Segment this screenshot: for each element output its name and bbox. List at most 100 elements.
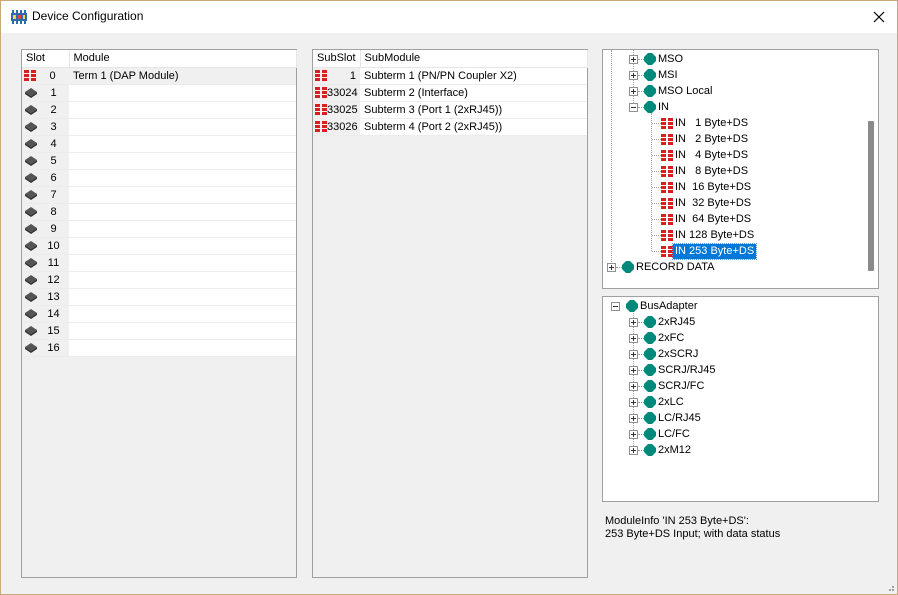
subslot-row[interactable]: 33024 Subterm 2 (Interface) bbox=[313, 84, 587, 102]
expand-icon[interactable] bbox=[629, 445, 638, 455]
slot-number: 11 bbox=[47, 256, 60, 269]
slot-row[interactable]: 7 bbox=[22, 186, 296, 204]
expand-icon[interactable] bbox=[629, 317, 638, 327]
collapse-icon[interactable] bbox=[629, 102, 638, 112]
empty-slot-icon bbox=[25, 88, 37, 98]
tree-module-item[interactable]: IN 16 Byte+DS bbox=[661, 179, 753, 195]
expand-icon[interactable] bbox=[607, 262, 616, 272]
expand-icon[interactable] bbox=[629, 429, 638, 439]
module-cell bbox=[69, 203, 296, 221]
tree-bus-adapter-item[interactable]: LC/FC bbox=[629, 426, 692, 442]
tree-bus-adapter-item[interactable]: 2xFC bbox=[629, 330, 686, 346]
empty-slot-icon bbox=[25, 275, 37, 285]
tree-item-label: IN 8 Byte+DS bbox=[675, 164, 749, 177]
slot-row[interactable]: 8 bbox=[22, 203, 296, 221]
module-name bbox=[69, 104, 73, 116]
subslot-row[interactable]: 33026 Subterm 4 (Port 2 (2xRJ45)) bbox=[313, 118, 587, 136]
tree-bus-adapter-item[interactable]: 2xRJ45 bbox=[629, 314, 697, 330]
tree-group-mso[interactable]: MSO bbox=[629, 51, 685, 67]
slot-row[interactable]: 9 bbox=[22, 220, 296, 238]
tree-module-item[interactable]: IN 253 Byte+DS bbox=[661, 242, 758, 260]
tree-bus-adapter-item[interactable]: 2xSCRJ bbox=[629, 346, 700, 362]
module-cell bbox=[69, 254, 296, 272]
tree-group-mso-local[interactable]: MSO Local bbox=[629, 83, 714, 99]
tree-module-item[interactable]: IN 1 Byte+DS bbox=[661, 115, 750, 131]
expand-icon[interactable] bbox=[629, 86, 638, 96]
tree-module-item[interactable]: IN 4 Byte+DS bbox=[661, 147, 750, 163]
tree-root-busadapter[interactable]: BusAdapter bbox=[611, 298, 699, 314]
expand-icon[interactable] bbox=[629, 70, 638, 80]
tree-module-item[interactable]: IN 32 Byte+DS bbox=[661, 195, 753, 211]
bus-adapter-label: 2xLC bbox=[658, 395, 684, 408]
tree-connector bbox=[611, 50, 612, 268]
tree-module-item[interactable]: IN 8 Byte+DS bbox=[661, 163, 750, 179]
tree-root-record-data[interactable]: RECORD DATA bbox=[607, 259, 716, 275]
expand-icon[interactable] bbox=[629, 333, 638, 343]
submodule-column-header[interactable]: SubModule bbox=[360, 50, 588, 68]
node-icon bbox=[644, 316, 656, 328]
tree-group-msi[interactable]: MSI bbox=[629, 67, 680, 83]
slot-row[interactable]: 6 bbox=[22, 169, 296, 187]
slot-row[interactable]: 5 bbox=[22, 152, 296, 170]
slot-row[interactable]: 1 bbox=[22, 84, 296, 102]
tree-bus-adapter-item[interactable]: LC/RJ45 bbox=[629, 410, 703, 426]
subslot-number: 33025 bbox=[327, 103, 358, 116]
tree-module-item[interactable]: IN 128 Byte+DS bbox=[661, 227, 756, 243]
slot-row[interactable]: 14 bbox=[22, 305, 296, 323]
tree-module-item[interactable]: IN 2 Byte+DS bbox=[661, 131, 750, 147]
subslot-index-cell: 33026 bbox=[313, 118, 360, 136]
module-name bbox=[69, 240, 73, 252]
slot-row[interactable]: 13 bbox=[22, 288, 296, 306]
slot-row[interactable]: 0 Term 1 (DAP Module) bbox=[22, 67, 296, 85]
expand-icon[interactable] bbox=[629, 397, 638, 407]
expand-icon[interactable] bbox=[629, 365, 638, 375]
slot-row[interactable]: 15 bbox=[22, 322, 296, 340]
tree-group-in[interactable]: IN bbox=[629, 99, 671, 115]
slot-panel: Slot Module 0 Term 1 (DAP Module) 1 2 3 4 5 6 7 8… bbox=[21, 49, 297, 578]
expand-icon[interactable] bbox=[629, 54, 638, 64]
slot-index-cell: 2 bbox=[22, 101, 69, 119]
resize-grip-icon[interactable] bbox=[885, 582, 895, 592]
tree-item-label: IN 16 Byte+DS bbox=[675, 180, 752, 193]
tree-module-item[interactable]: IN 64 Byte+DS bbox=[661, 211, 753, 227]
module-column-header[interactable]: Module bbox=[69, 50, 297, 68]
slot-row[interactable]: 12 bbox=[22, 271, 296, 289]
title-bar[interactable]: Device Configuration bbox=[1, 1, 897, 33]
module-cell: Term 1 (DAP Module) bbox=[69, 67, 296, 85]
tree-bus-adapter-item[interactable]: 2xLC bbox=[629, 394, 686, 410]
module-catalog-tree[interactable]: MSO MSI MSO Local IN IN 1 Byte+DS IN 2 Byte+D… bbox=[602, 49, 879, 289]
slot-row[interactable]: 2 bbox=[22, 101, 296, 119]
module-name bbox=[69, 291, 73, 303]
module-name bbox=[69, 325, 73, 337]
device-configuration-window: Device Configuration Slot Module 0 Term 1… bbox=[0, 0, 898, 595]
expand-icon[interactable] bbox=[629, 413, 638, 423]
subslot-row[interactable]: 33025 Subterm 3 (Port 1 (2xRJ45)) bbox=[313, 101, 587, 119]
slot-row[interactable]: 3 bbox=[22, 118, 296, 136]
device-config-icon bbox=[11, 10, 27, 24]
tree-connector bbox=[652, 187, 661, 188]
expand-icon[interactable] bbox=[629, 381, 638, 391]
empty-slot-icon bbox=[25, 309, 37, 319]
expand-icon[interactable] bbox=[629, 349, 638, 359]
collapse-icon[interactable] bbox=[611, 301, 620, 311]
bus-adapter-tree[interactable]: BusAdapter 2xRJ45 2xFC 2xSCRJ SCRJ/RJ45 SCRJ/… bbox=[602, 296, 879, 502]
slot-row[interactable]: 10 bbox=[22, 237, 296, 255]
tree-scrollbar-thumb[interactable] bbox=[868, 121, 874, 271]
tree-item-label: IN 4 Byte+DS bbox=[675, 148, 749, 161]
slot-row[interactable]: 11 bbox=[22, 254, 296, 272]
subslot-column-header[interactable]: SubSlot bbox=[313, 50, 361, 68]
slot-row[interactable]: 4 bbox=[22, 135, 296, 153]
slot-column-header[interactable]: Slot bbox=[22, 50, 70, 68]
module-cell bbox=[69, 237, 296, 255]
slot-row[interactable]: 16 bbox=[22, 339, 296, 357]
subslot-row[interactable]: 1 Subterm 1 (PN/PN Coupler X2) bbox=[313, 67, 587, 85]
subslot-index-cell: 33024 bbox=[313, 84, 360, 102]
bus-adapter-label: SCRJ/RJ45 bbox=[658, 363, 716, 376]
tree-bus-adapter-item[interactable]: SCRJ/FC bbox=[629, 378, 706, 394]
close-button[interactable] bbox=[861, 1, 897, 32]
empty-slot-icon bbox=[25, 139, 37, 149]
tree-bus-adapter-item[interactable]: 2xM12 bbox=[629, 442, 693, 458]
module-cell bbox=[69, 186, 296, 204]
tree-bus-adapter-item[interactable]: SCRJ/RJ45 bbox=[629, 362, 717, 378]
node-icon bbox=[626, 300, 638, 312]
